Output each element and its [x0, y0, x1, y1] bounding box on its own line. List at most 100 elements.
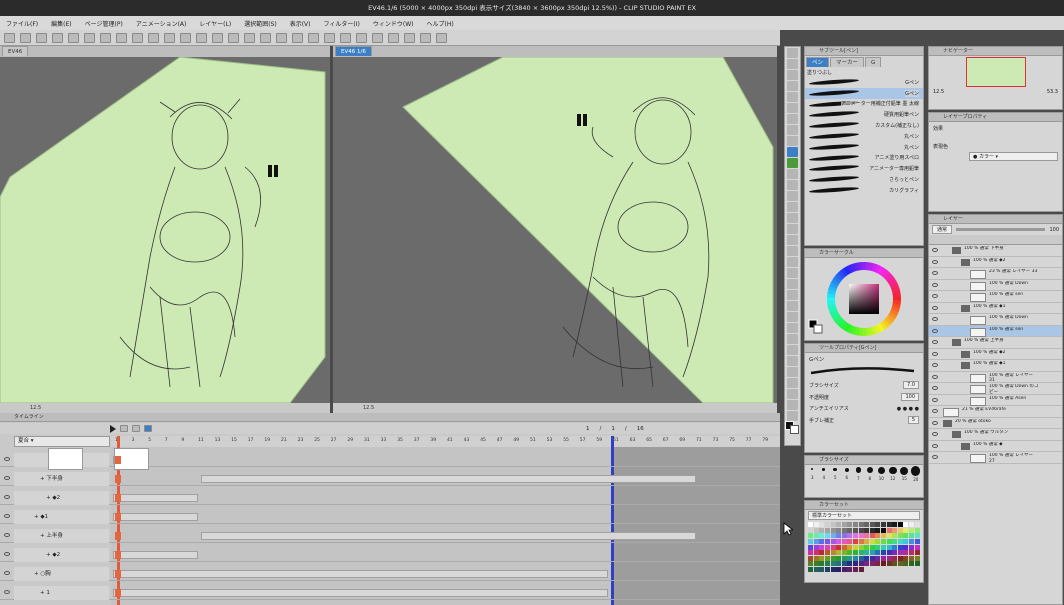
- color-swatch[interactable]: [813, 555, 819, 561]
- drawing-canvas-right[interactable]: [333, 57, 777, 403]
- color-swatch[interactable]: [819, 561, 825, 567]
- layer-row[interactable]: 100 % 通常 ◆2: [929, 257, 1062, 268]
- color-swatch[interactable]: [864, 544, 870, 550]
- tool-icon-1[interactable]: [787, 59, 798, 69]
- brush-size-preset[interactable]: 7: [853, 466, 864, 482]
- color-swatch[interactable]: [892, 533, 898, 539]
- tool-icon-11[interactable]: [787, 169, 798, 179]
- color-swatch[interactable]: [825, 533, 831, 539]
- color-swatch[interactable]: [836, 522, 842, 528]
- tool-icon-0[interactable]: [787, 48, 798, 58]
- eye-icon[interactable]: [4, 514, 10, 518]
- stabilize-row[interactable]: 手ブレ補正 5: [805, 414, 923, 426]
- color-swatch[interactable]: [914, 555, 920, 561]
- color-swatch[interactable]: [897, 550, 903, 556]
- eye-icon[interactable]: [932, 351, 938, 356]
- subtool-tab-fill[interactable]: 塗りつぶし: [805, 68, 923, 77]
- color-swatch[interactable]: [881, 522, 887, 528]
- color-swatch[interactable]: [830, 561, 836, 567]
- navigator-rotate[interactable]: 53.3: [1047, 89, 1058, 95]
- brush-size-row[interactable]: ブラシサイズ 7.0: [805, 379, 923, 391]
- color-swatch[interactable]: [830, 550, 836, 556]
- canvas-tab-right[interactable]: EV46 1/6: [335, 46, 372, 56]
- menu-item-8[interactable]: ウィンドウ(W): [373, 19, 414, 28]
- menu-item-0[interactable]: ファイル(F): [6, 19, 38, 28]
- color-swatch[interactable]: [808, 561, 814, 567]
- command-button-21[interactable]: [340, 32, 351, 43]
- eye-icon[interactable]: [4, 457, 10, 461]
- color-swatch[interactable]: [853, 539, 859, 545]
- timeline-clip[interactable]: [113, 551, 198, 559]
- color-swatch[interactable]: [875, 544, 881, 550]
- color-swatch[interactable]: [853, 522, 859, 528]
- color-swatch[interactable]: [903, 539, 909, 545]
- color-set-select[interactable]: 標準カラーセット: [808, 511, 920, 520]
- color-swatch[interactable]: [903, 544, 909, 550]
- navigator-zoom[interactable]: 12.5: [933, 89, 944, 95]
- menu-item-3[interactable]: アニメーション(A): [136, 19, 187, 28]
- keyframe-marker[interactable]: [115, 475, 121, 483]
- keyframe-marker[interactable]: [115, 589, 121, 597]
- color-swatch[interactable]: [819, 539, 825, 545]
- color-swatch[interactable]: [825, 539, 831, 545]
- eye-icon[interactable]: [932, 317, 938, 321]
- timeline-row[interactable]: + 上半身: [0, 529, 780, 543]
- color-swatch[interactable]: [836, 539, 842, 545]
- command-button-4[interactable]: [68, 32, 79, 43]
- track-select[interactable]: 夏合 ▾: [14, 436, 110, 447]
- timeline-row[interactable]: + ◆1: [0, 510, 780, 524]
- color-swatch[interactable]: [841, 527, 847, 533]
- brush-item[interactable]: Gペン: [805, 87, 923, 99]
- layer-row[interactable]: 100 % 通常 ◆1: [929, 360, 1062, 372]
- color-swatch[interactable]: [847, 561, 853, 567]
- color-swatch[interactable]: [808, 533, 814, 539]
- layer-row[interactable]: 100 % 通常 レイヤー 31: [929, 372, 1062, 383]
- color-swatch[interactable]: [808, 522, 814, 528]
- color-swatch[interactable]: [853, 567, 859, 573]
- tool-icon-31[interactable]: [787, 389, 798, 399]
- layer-row[interactable]: 100 % 通常 下半身: [929, 245, 1062, 257]
- antialias-row[interactable]: アンチエイリアス ● ● ● ●: [805, 403, 923, 414]
- subtool-tab-2[interactable]: G: [865, 57, 882, 67]
- tool-icon-15[interactable]: [787, 213, 798, 223]
- color-swatch[interactable]: [903, 527, 909, 533]
- color-swatch[interactable]: [875, 555, 881, 561]
- color-swatch[interactable]: [808, 527, 814, 533]
- tool-icon-10[interactable]: [787, 158, 798, 168]
- color-swatch[interactable]: [897, 522, 903, 528]
- timeline-clip[interactable]: [113, 570, 608, 578]
- color-swatch[interactable]: [892, 522, 898, 528]
- layer-row[interactable]: 100 % 通常 Down のコピー: [929, 383, 1062, 395]
- color-swatch[interactable]: [841, 550, 847, 556]
- timeline-row[interactable]: + ○胸: [0, 567, 780, 581]
- command-button-25[interactable]: [404, 32, 415, 43]
- command-button-13[interactable]: [212, 32, 223, 43]
- color-swatch[interactable]: [813, 550, 819, 556]
- color-swatch[interactable]: [830, 567, 836, 573]
- tool-icon-16[interactable]: [787, 224, 798, 234]
- main-color-swatch[interactable]: [784, 420, 801, 434]
- color-swatch[interactable]: [897, 544, 903, 550]
- color-swatch[interactable]: [864, 550, 870, 556]
- color-swatch[interactable]: [847, 555, 853, 561]
- color-swatch[interactable]: [858, 539, 864, 545]
- eye-icon[interactable]: [932, 294, 938, 298]
- color-swatch[interactable]: [847, 550, 853, 556]
- color-swatch[interactable]: [886, 544, 892, 550]
- color-swatch[interactable]: [908, 539, 914, 545]
- command-button-26[interactable]: [420, 32, 431, 43]
- color-swatch[interactable]: [858, 544, 864, 550]
- command-button-23[interactable]: [372, 32, 383, 43]
- color-swatch[interactable]: [813, 533, 819, 539]
- command-button-6[interactable]: [100, 32, 111, 43]
- color-swatch[interactable]: [847, 544, 853, 550]
- canvas-window-left[interactable]: EV46 12.5: [0, 46, 330, 413]
- brush-item[interactable]: 硬質用鉛筆ペン: [805, 109, 923, 120]
- menu-item-6[interactable]: 表示(V): [290, 19, 311, 28]
- tool-icon-8[interactable]: [787, 136, 798, 146]
- command-button-22[interactable]: [356, 32, 367, 43]
- color-swatch[interactable]: [825, 527, 831, 533]
- color-swatch[interactable]: [808, 555, 814, 561]
- tool-icon-29[interactable]: [787, 367, 798, 377]
- color-swatch[interactable]: [914, 533, 920, 539]
